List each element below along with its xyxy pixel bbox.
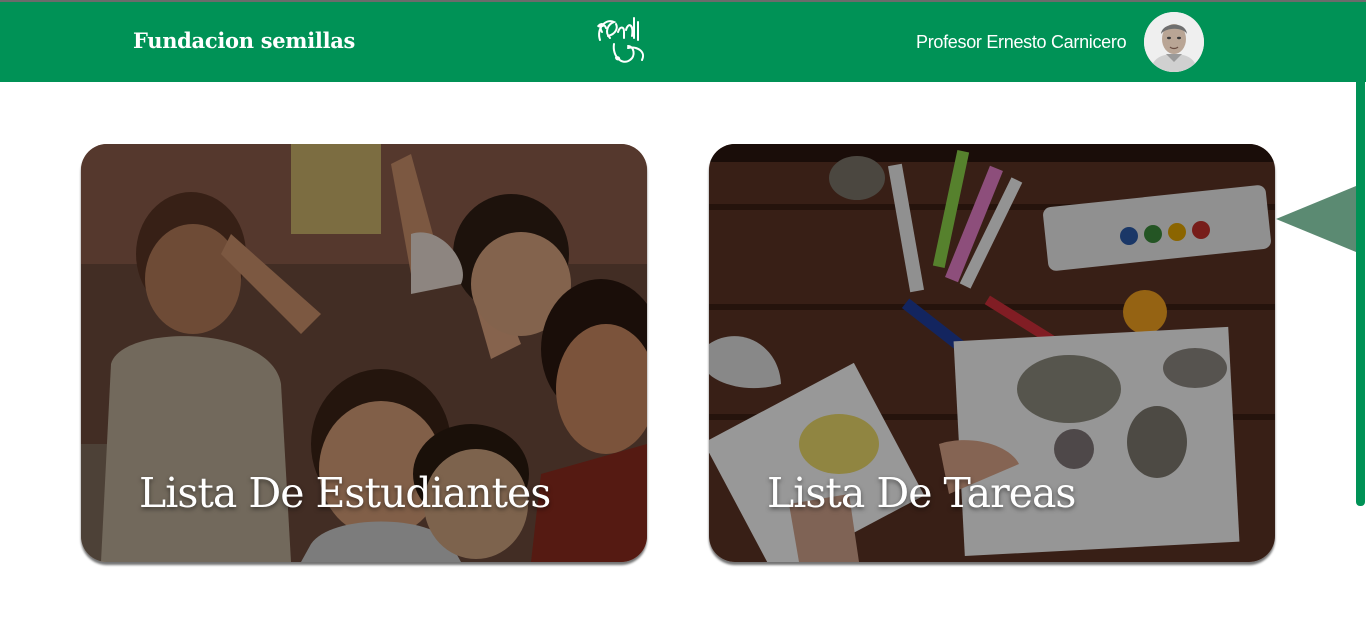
tasks-list-card[interactable]: Lista De Tareas: [709, 144, 1275, 562]
brand-name[interactable]: Fundacion semillas: [133, 28, 355, 53]
card-title[interactable]: Lista De Estudiantes: [139, 469, 551, 517]
user-avatar-icon[interactable]: [1144, 12, 1204, 72]
popover-arrow: [1276, 186, 1356, 252]
semillas-leaf-logo-icon[interactable]: [588, 8, 654, 74]
card-title[interactable]: Lista De Tareas: [767, 469, 1076, 517]
students-list-card[interactable]: Lista De Estudiantes: [81, 144, 647, 562]
user-name[interactable]: Profesor Ernesto Carnicero: [916, 32, 1127, 53]
top-navbar: Fundacion semillas Profesor Ernesto Carn…: [0, 2, 1366, 82]
scrollbar-thumb[interactable]: [1356, 10, 1365, 506]
